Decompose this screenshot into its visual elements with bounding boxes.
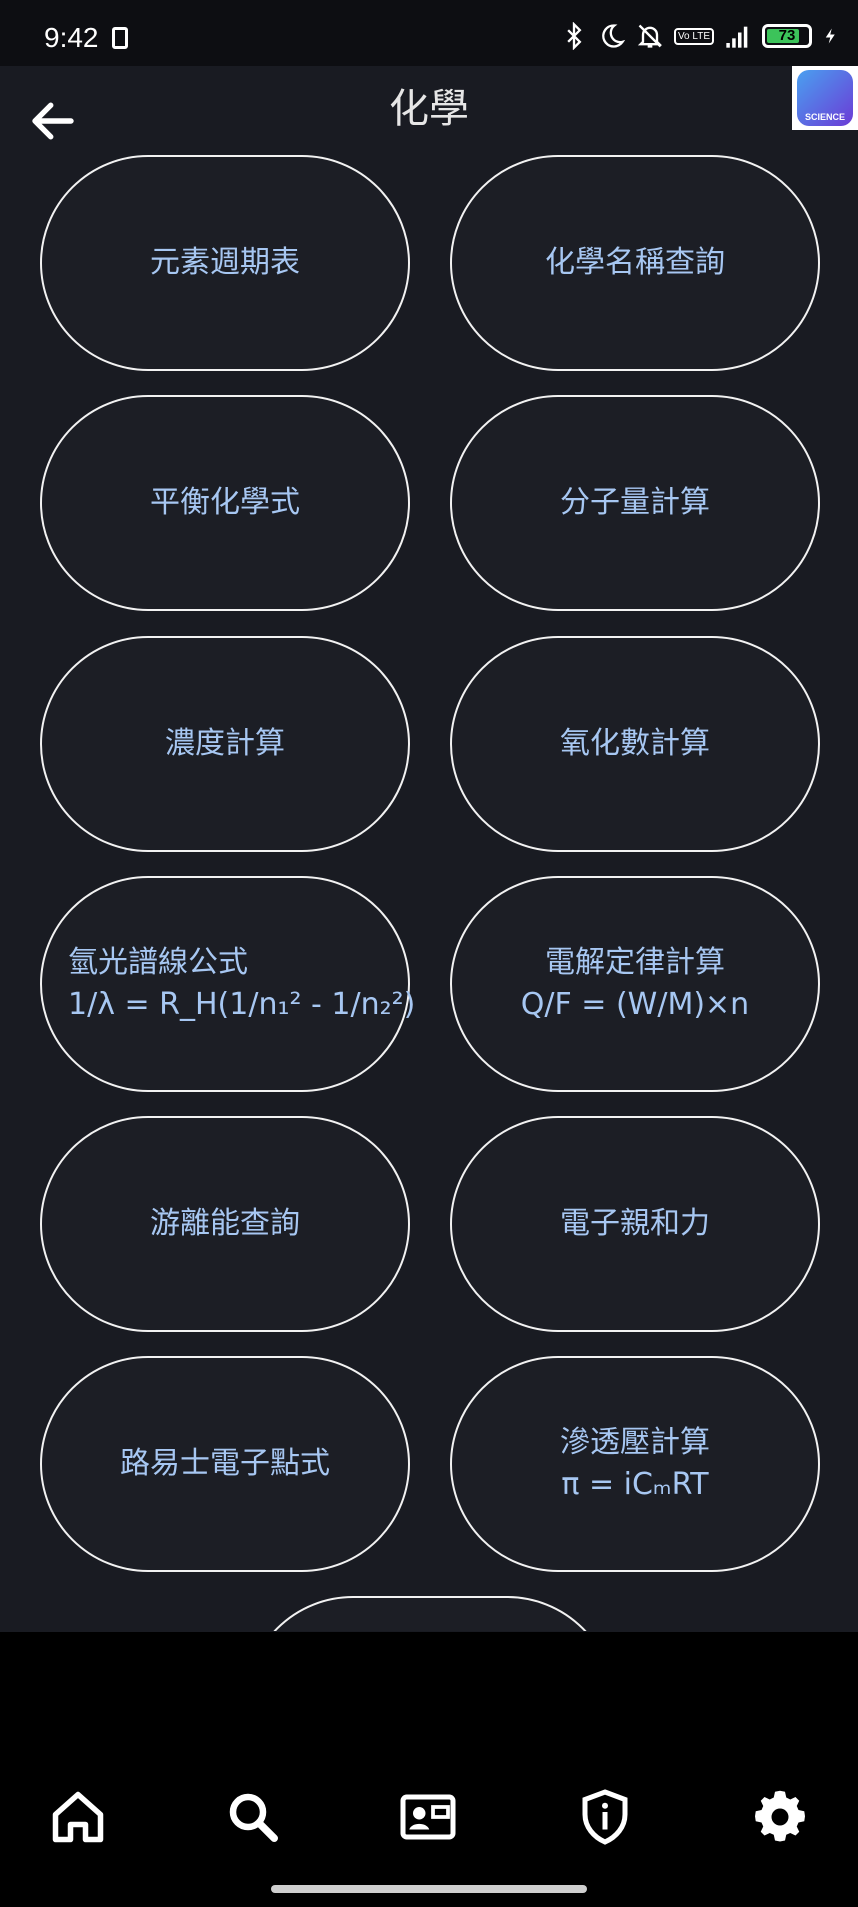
tile-electrolysis-law[interactable]: 電解定律計算 Q/F = (W/M)×n xyxy=(450,876,820,1092)
tile-chemical-name-search[interactable]: 化學名稱查詢 xyxy=(450,155,820,371)
tile-formula: Q/F = (W/M)×n xyxy=(520,987,750,1022)
logo-label: SCIENCE xyxy=(804,112,845,122)
signal-icon xyxy=(726,26,748,48)
tile-label: 氫光譜線公式 xyxy=(68,945,248,980)
tile-label: 分子量計算 xyxy=(560,485,710,520)
tile-formula: 1/λ = R_H(1/n₁² - 1/n₂²) xyxy=(68,987,416,1022)
tile-ionization-energy[interactable]: 游離能查詢 xyxy=(40,1116,410,1332)
app-header: 化學 SCIENCE xyxy=(0,66,858,151)
tile-osmotic-pressure[interactable]: 滲透壓計算 π = iCₘRT xyxy=(450,1356,820,1572)
topic-grid: 元素週期表 化學名稱查詢 平衡化學式 分子量計算 濃度計算 氧化數計算 氫光譜線… xyxy=(0,151,858,1631)
tile-label: 滲透壓計算 xyxy=(560,1425,710,1460)
bottom-nav xyxy=(0,1632,858,1907)
sim-card-icon xyxy=(112,27,128,49)
tile-concentration[interactable]: 濃度計算 xyxy=(40,636,410,852)
gesture-home-bar[interactable] xyxy=(271,1885,587,1893)
status-bar: 9:42 Vo LTE 73 xyxy=(0,0,858,66)
app-logo: SCIENCE xyxy=(792,66,858,130)
tile-formula: π = iCₘRT xyxy=(561,1467,709,1502)
tile-periodic-table[interactable]: 元素週期表 xyxy=(40,155,410,371)
tile-label: 濃度計算 xyxy=(165,726,285,761)
status-time: 9:42 xyxy=(44,22,99,53)
tile-label: 化學名稱查詢 xyxy=(545,245,725,280)
tile-balance-equation[interactable]: 平衡化學式 xyxy=(40,395,410,611)
volte-badge: Vo LTE xyxy=(673,27,714,45)
shield-info-icon[interactable] xyxy=(575,1787,635,1847)
tile-partial[interactable] xyxy=(245,1596,615,1631)
contact-card-icon[interactable] xyxy=(398,1787,458,1847)
bluetooth-icon xyxy=(567,22,582,50)
settings-gear-icon[interactable] xyxy=(750,1787,810,1847)
tile-electron-affinity[interactable]: 電子親和力 xyxy=(450,1116,820,1332)
moon-icon xyxy=(602,24,626,48)
tile-label: 電解定律計算 xyxy=(545,945,725,980)
home-icon[interactable] xyxy=(48,1787,108,1847)
status-icons: Vo LTE 73 xyxy=(560,22,840,50)
tile-hydrogen-spectrum[interactable]: 氫光譜線公式 1/λ = R_H(1/n₁² - 1/n₂²) xyxy=(40,876,415,1092)
bell-off-icon xyxy=(637,24,663,48)
tile-label: 元素週期表 xyxy=(150,245,300,280)
page-title: 化學 xyxy=(389,86,469,132)
charging-bolt-icon xyxy=(825,28,835,44)
tile-oxidation-number[interactable]: 氧化數計算 xyxy=(450,636,820,852)
tile-label: 游離能查詢 xyxy=(150,1206,300,1241)
battery-level: 73 xyxy=(778,27,796,44)
tile-label: 路易士電子點式 xyxy=(120,1446,330,1481)
tile-molecular-weight[interactable]: 分子量計算 xyxy=(450,395,820,611)
tile-label: 電子親和力 xyxy=(560,1206,710,1241)
tile-lewis-dot[interactable]: 路易士電子點式 xyxy=(40,1356,410,1572)
tile-label: 氧化數計算 xyxy=(560,726,710,761)
tile-label: 平衡化學式 xyxy=(150,485,300,520)
battery-indicator: 73 xyxy=(762,24,812,48)
search-icon[interactable] xyxy=(223,1787,283,1847)
